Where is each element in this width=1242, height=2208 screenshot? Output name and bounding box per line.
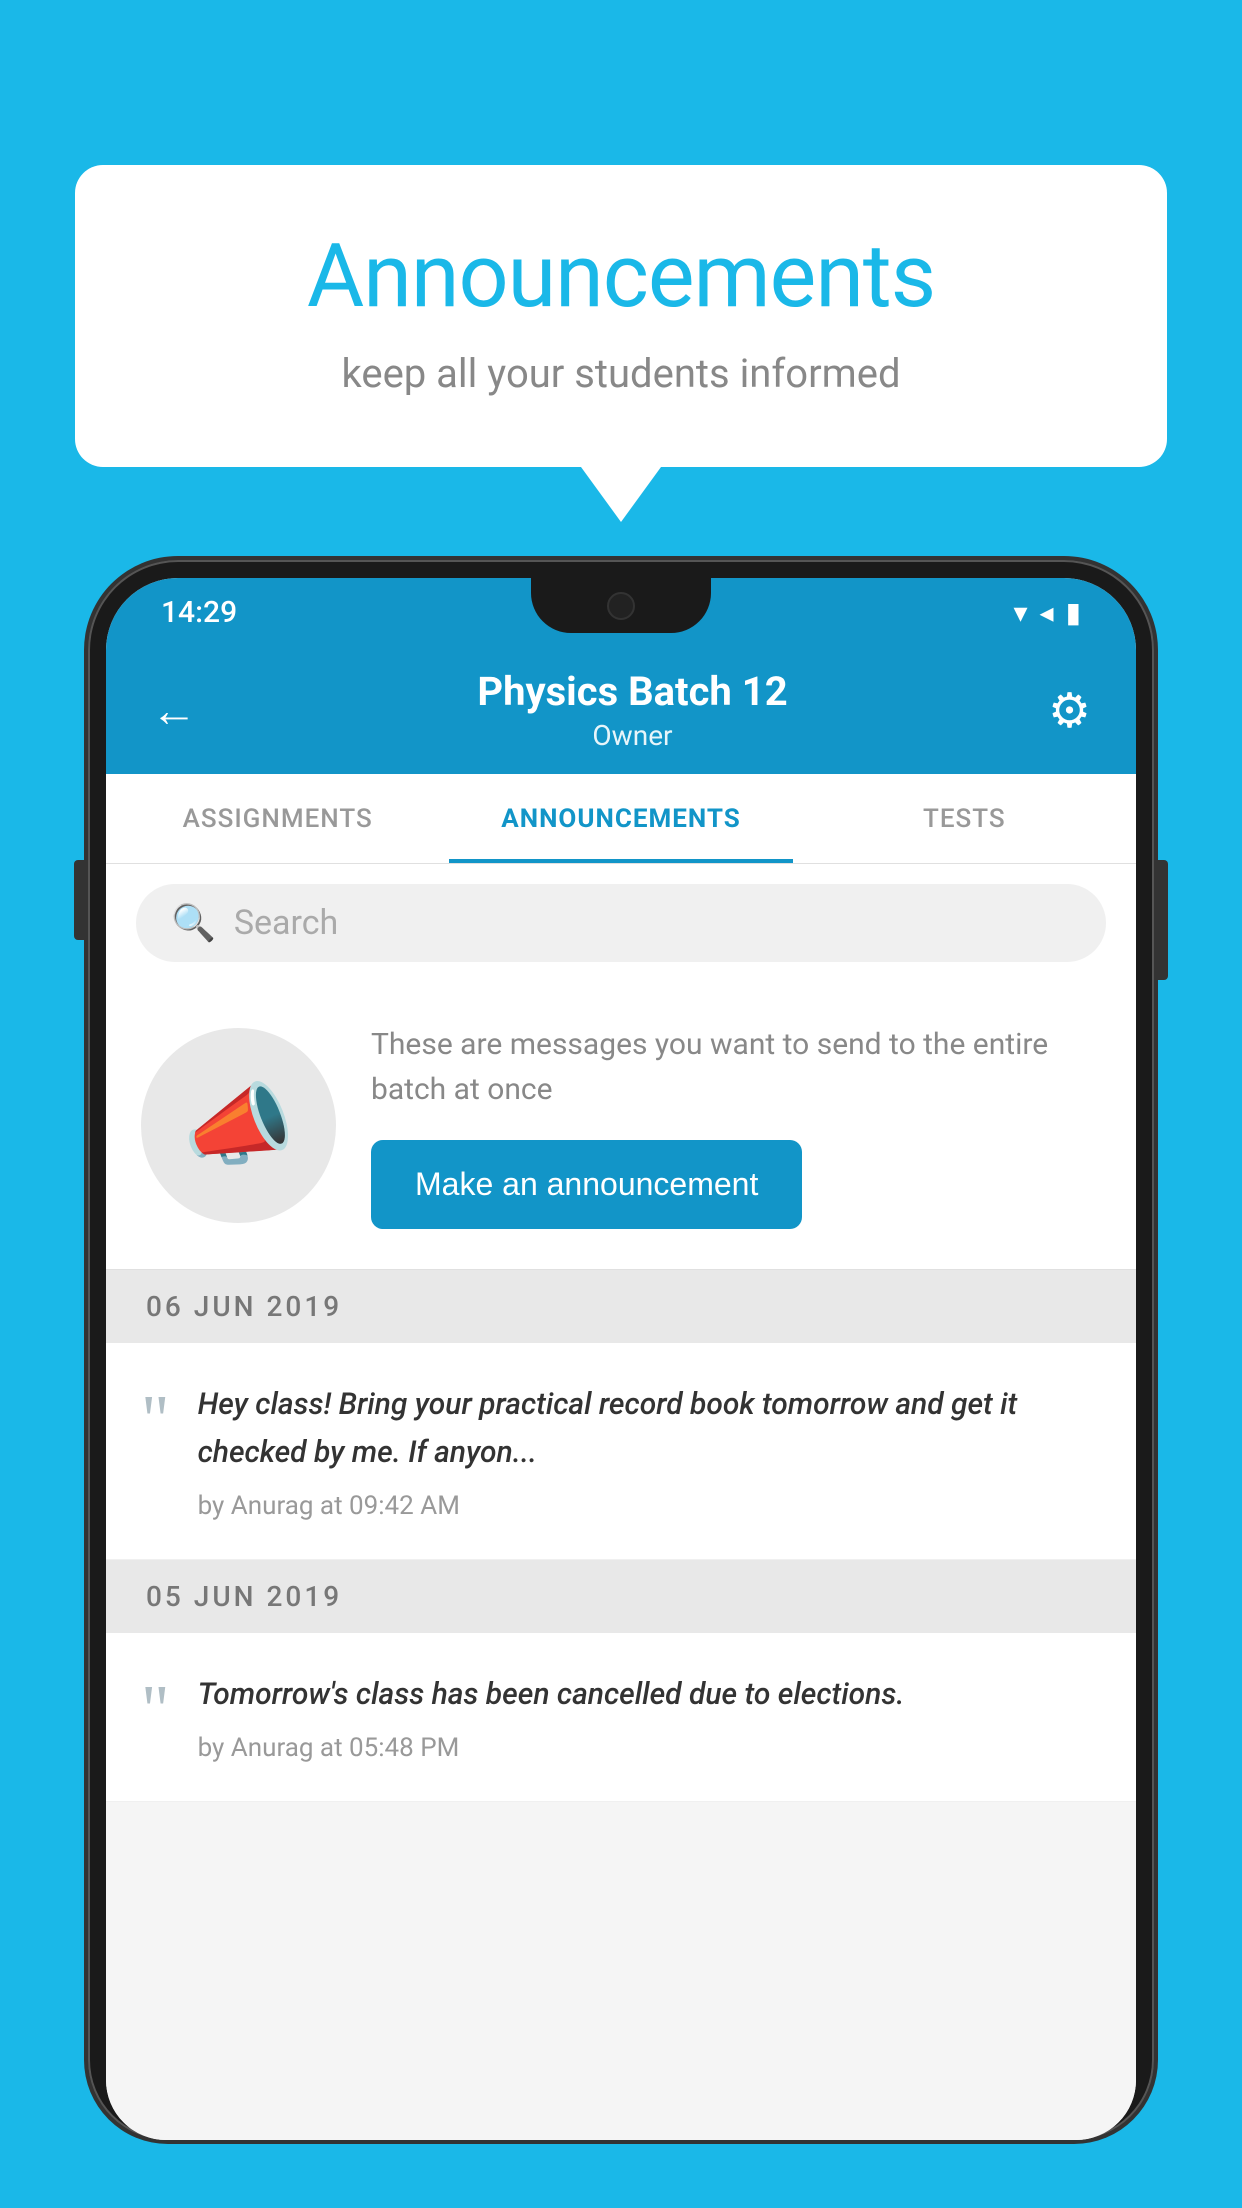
search-bar[interactable]: 🔍 Search — [136, 884, 1106, 962]
tab-announcements[interactable]: ANNOUNCEMENTS — [449, 774, 792, 863]
date-text-1: 06 JUN 2019 — [146, 1290, 342, 1323]
speech-bubble-subtitle: keep all your students informed — [155, 350, 1087, 397]
quote-icon-1: " — [141, 1386, 170, 1456]
tabs-bar: ASSIGNMENTS ANNOUNCEMENTS TESTS — [106, 774, 1136, 864]
app-bar-title-section: Physics Batch 12 Owner — [217, 668, 1048, 752]
announcement-content-1: Hey class! Bring your practical record b… — [198, 1381, 1101, 1521]
phone-wrapper: 14:29 ▾ ◂ ▮ ← Physics Batch 12 Owner ⚙ — [88, 560, 1154, 2208]
wifi-icon: ▾ — [1013, 596, 1027, 629]
date-divider-2: 05 JUN 2019 — [106, 1560, 1136, 1633]
date-divider-1: 06 JUN 2019 — [106, 1270, 1136, 1343]
promo-icon-circle: 📣 — [141, 1028, 336, 1223]
notch-camera — [607, 592, 635, 620]
announcement-meta-1: by Anurag at 09:42 AM — [198, 1491, 1101, 1521]
announcement-content-2: Tomorrow's class has been cancelled due … — [198, 1671, 1101, 1763]
tab-tests[interactable]: TESTS — [793, 774, 1136, 863]
battery-icon: ▮ — [1066, 596, 1081, 629]
speech-bubble: Announcements keep all your students inf… — [75, 165, 1167, 467]
announcement-item-1[interactable]: " Hey class! Bring your practical record… — [106, 1343, 1136, 1560]
speech-bubble-tail — [581, 467, 661, 522]
search-container: 🔍 Search — [106, 864, 1136, 982]
app-bar: ← Physics Batch 12 Owner ⚙ — [106, 646, 1136, 774]
settings-icon[interactable]: ⚙ — [1048, 682, 1091, 739]
signal-icon: ◂ — [1040, 596, 1054, 629]
app-bar-subtitle: Owner — [217, 719, 1048, 752]
megaphone-icon: 📣 — [182, 1073, 294, 1178]
promo-description: These are messages you want to send to t… — [371, 1022, 1101, 1112]
phone-outer: 14:29 ▾ ◂ ▮ ← Physics Batch 12 Owner ⚙ — [88, 560, 1154, 2140]
back-button[interactable]: ← — [151, 683, 197, 738]
quote-icon-2: " — [141, 1676, 170, 1746]
search-icon: 🔍 — [171, 902, 216, 944]
status-bar: 14:29 ▾ ◂ ▮ — [106, 578, 1136, 646]
speech-bubble-wrapper: Announcements keep all your students inf… — [75, 165, 1167, 522]
content-area: 🔍 Search 📣 These are messages you want t… — [106, 864, 1136, 2140]
notch — [531, 578, 711, 633]
make-announcement-button[interactable]: Make an announcement — [371, 1140, 802, 1229]
search-placeholder-text: Search — [234, 903, 338, 943]
status-icons: ▾ ◂ ▮ — [1013, 596, 1081, 629]
date-text-2: 05 JUN 2019 — [146, 1580, 342, 1613]
speech-bubble-title: Announcements — [155, 225, 1087, 328]
tab-assignments[interactable]: ASSIGNMENTS — [106, 774, 449, 863]
phone-screen: 14:29 ▾ ◂ ▮ ← Physics Batch 12 Owner ⚙ — [106, 578, 1136, 2140]
promo-section: 📣 These are messages you want to send to… — [106, 982, 1136, 1270]
announcement-text-1: Hey class! Bring your practical record b… — [198, 1381, 1101, 1477]
app-bar-title: Physics Batch 12 — [217, 668, 1048, 715]
announcement-meta-2: by Anurag at 05:48 PM — [198, 1733, 1101, 1763]
status-time: 14:29 — [161, 595, 237, 630]
announcement-text-2: Tomorrow's class has been cancelled due … — [198, 1671, 1101, 1719]
promo-right: These are messages you want to send to t… — [371, 1022, 1101, 1229]
announcement-item-2[interactable]: " Tomorrow's class has been cancelled du… — [106, 1633, 1136, 1802]
